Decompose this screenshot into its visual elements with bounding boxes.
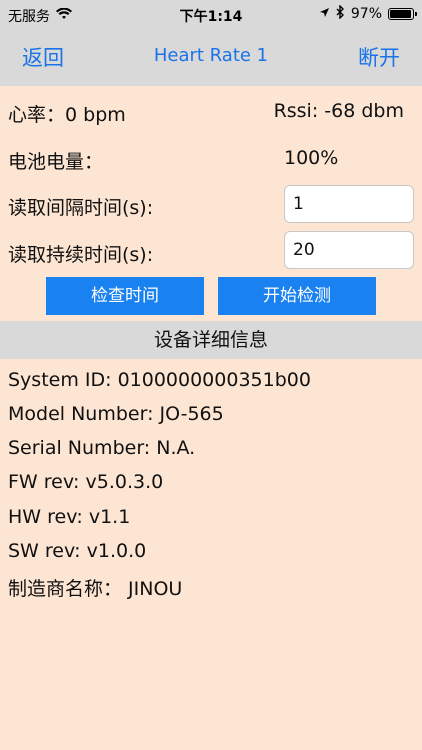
start-detect-button[interactable]: 开始检测 [218, 277, 376, 315]
battery-icon [388, 8, 417, 20]
battery-percent: 97% [350, 6, 382, 22]
location-icon [319, 6, 330, 22]
interval-label: 读取间隔时间(s): [8, 197, 154, 219]
device-info-header: 设备详细信息 [0, 321, 422, 359]
rssi-label: Rssi: [273, 100, 319, 122]
nav-bar: 返回 Heart Rate 1 断开 [0, 30, 422, 86]
battery-value: 100% [284, 147, 339, 169]
heart-rate-value: 0 bpm [65, 104, 126, 126]
system-id-item: System ID: 0100000000351b00 [8, 369, 311, 391]
heart-rate-label: 心率： [8, 104, 66, 126]
rssi-row: Rssi: -68 dbm [274, 100, 404, 122]
serial-number-item: Serial Number: N.A. [8, 437, 196, 459]
rssi-value: -68 dbm [324, 100, 404, 122]
fw-rev-item: FW rev: v5.0.3.0 [8, 471, 164, 493]
hw-rev-item: HW rev: v1.1 [8, 506, 131, 528]
bluetooth-icon [336, 4, 345, 23]
manufacturer-item: 制造商名称： JINOU [8, 578, 183, 600]
disconnect-button[interactable]: 断开 [358, 42, 400, 72]
model-number-item: Model Number: JO-565 [8, 403, 224, 425]
interval-input[interactable]: 1 [284, 185, 414, 223]
status-right: 97% [319, 4, 417, 23]
status-bar: 无服务 下午1:14 97% [0, 0, 422, 30]
heart-rate-row: 心率：0 bpm [8, 100, 126, 127]
battery-label: 电池电量： [8, 151, 104, 173]
duration-input[interactable]: 20 [284, 231, 414, 269]
top-header: 无服务 下午1:14 97% 返回 Heart Rate 1 断开 [0, 0, 422, 86]
sw-rev-item: SW rev: v1.0.0 [8, 540, 147, 562]
battery-fill [390, 10, 412, 18]
duration-label: 读取持续时间(s): [8, 244, 154, 266]
check-time-button[interactable]: 检查时间 [46, 277, 204, 315]
